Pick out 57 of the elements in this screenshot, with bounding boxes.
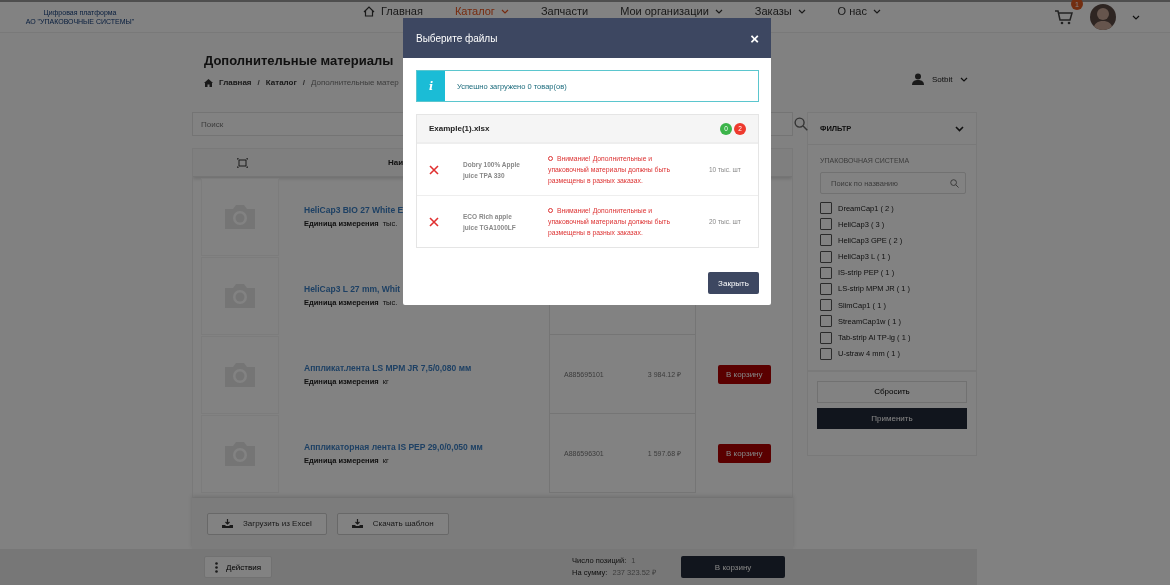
user-name[interactable]: Sotbit [932, 74, 953, 84]
home-icon [204, 78, 213, 87]
checkbox[interactable] [820, 331, 832, 344]
checkbox[interactable] [820, 234, 832, 247]
upload-excel-button[interactable]: Загрузить из Excel [207, 512, 327, 535]
nav-link[interactable]: Заказы [754, 5, 806, 17]
more-icon [215, 561, 218, 573]
search-icon [950, 178, 959, 188]
error-x-icon [429, 164, 439, 175]
apply-button[interactable]: Применить [817, 407, 967, 429]
close-button[interactable]: × [750, 29, 759, 47]
actions-button[interactable]: Действия [204, 556, 273, 578]
product-link[interactable]: HeliCap3 BIO 27 White E [304, 205, 404, 215]
breadcrumb-separator: / [302, 78, 305, 87]
reset-button[interactable]: Сбросить [817, 380, 967, 403]
caret-icon [960, 76, 969, 82]
search-placeholder: Поиск [201, 119, 224, 129]
nav-link[interactable]: О нас [837, 5, 881, 17]
tray-icon [222, 519, 233, 528]
avatar[interactable] [1090, 4, 1116, 30]
error-x-icon [429, 216, 439, 227]
add-to-cart-button[interactable]: В корзину [718, 365, 771, 384]
file-name: Example(1).xlsx [429, 124, 490, 133]
breadcrumb-link[interactable]: Дополнительные матер [311, 78, 399, 87]
checkbox[interactable] [820, 266, 832, 279]
chevron-icon [955, 125, 964, 132]
download-template-button[interactable]: Скачать шаблон [336, 512, 449, 535]
checkbox[interactable] [820, 282, 832, 295]
product-link[interactable]: HeliCap3 L 27 mm, Whit [304, 284, 401, 294]
checkbox[interactable] [820, 299, 832, 312]
home-icon [363, 5, 375, 17]
nav-link[interactable]: Мои организации [620, 5, 723, 17]
breadcrumb-link[interactable]: Каталог [265, 78, 297, 87]
checkbox[interactable] [820, 202, 832, 214]
caret-icon [1132, 14, 1140, 20]
tray-icon [351, 519, 363, 528]
add-to-cart-button[interactable]: В корзину [681, 556, 786, 578]
nav-link[interactable]: Главная [363, 5, 423, 17]
modal-title: Выберите файлы [416, 32, 498, 44]
page-title: Дополнительные материалы [204, 53, 395, 68]
close-button[interactable]: Закрыть [708, 272, 759, 294]
product-link[interactable]: Аппликат.лента LS MPM JR 7,5/0,080 мм [304, 363, 472, 373]
info-icon: i [417, 71, 445, 101]
checkbox[interactable] [820, 250, 832, 263]
column-header: Наи [388, 158, 404, 167]
expand-icon [236, 157, 248, 168]
breadcrumb-separator: / [257, 78, 260, 87]
checkbox[interactable] [820, 315, 832, 328]
checkbox[interactable] [820, 218, 832, 231]
nav-link[interactable]: Запчасти [540, 5, 589, 17]
add-to-cart-button[interactable]: В корзину [718, 444, 771, 463]
checkbox[interactable] [820, 347, 832, 360]
cart-icon[interactable] [1054, 9, 1074, 25]
breadcrumb-link[interactable]: Главная [219, 78, 252, 87]
user-icon [912, 73, 924, 85]
nav-link[interactable]: Каталог [454, 5, 509, 17]
product-link[interactable]: Аппликаторная лента IS PEP 29,0/0,050 мм [304, 442, 483, 452]
